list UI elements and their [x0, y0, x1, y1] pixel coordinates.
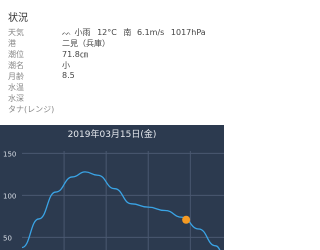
tana-label: タナ(レンジ)	[8, 105, 55, 114]
moon-age-label: 月齢	[8, 72, 24, 81]
weather-value: ᨓ 小雨 12°C 南 6.1m/s 1017hPa	[62, 27, 206, 38]
tide-level-label: 潮位	[8, 50, 24, 59]
tide-name-value: 小	[62, 61, 70, 70]
pressure: 1017hPa	[170, 28, 206, 37]
moon-age-value: 8.5	[62, 71, 75, 80]
y-tick-label: 50	[3, 234, 12, 242]
weather-label: 天気	[8, 28, 24, 37]
wind-direction: 南	[123, 28, 132, 37]
tide-chart[interactable]: 150 100 50	[0, 125, 224, 250]
tide-name-label: 潮名	[8, 61, 24, 70]
port-label: 港	[8, 39, 16, 48]
tide-chart-panel[interactable]: 2019年03月15日(金) 150 100 50	[0, 125, 224, 250]
rain-icon: ᨓ	[62, 28, 72, 37]
wind-speed: 6.1m/s	[136, 28, 165, 37]
tide-level-value: 71.8㎝	[62, 50, 88, 59]
weather-condition: 小雨	[74, 28, 91, 37]
y-tick-label: 100	[3, 192, 16, 200]
status-section-title: 状況	[8, 13, 28, 24]
water-depth-label: 水深	[8, 94, 24, 103]
current-time-marker[interactable]	[182, 215, 191, 224]
water-temp-label: 水温	[8, 83, 24, 92]
port-value: 二見（兵庫）	[62, 39, 110, 48]
y-tick-label: 150	[3, 150, 16, 158]
temperature: 12°C	[97, 28, 117, 37]
tide-level-line	[21, 171, 221, 250]
